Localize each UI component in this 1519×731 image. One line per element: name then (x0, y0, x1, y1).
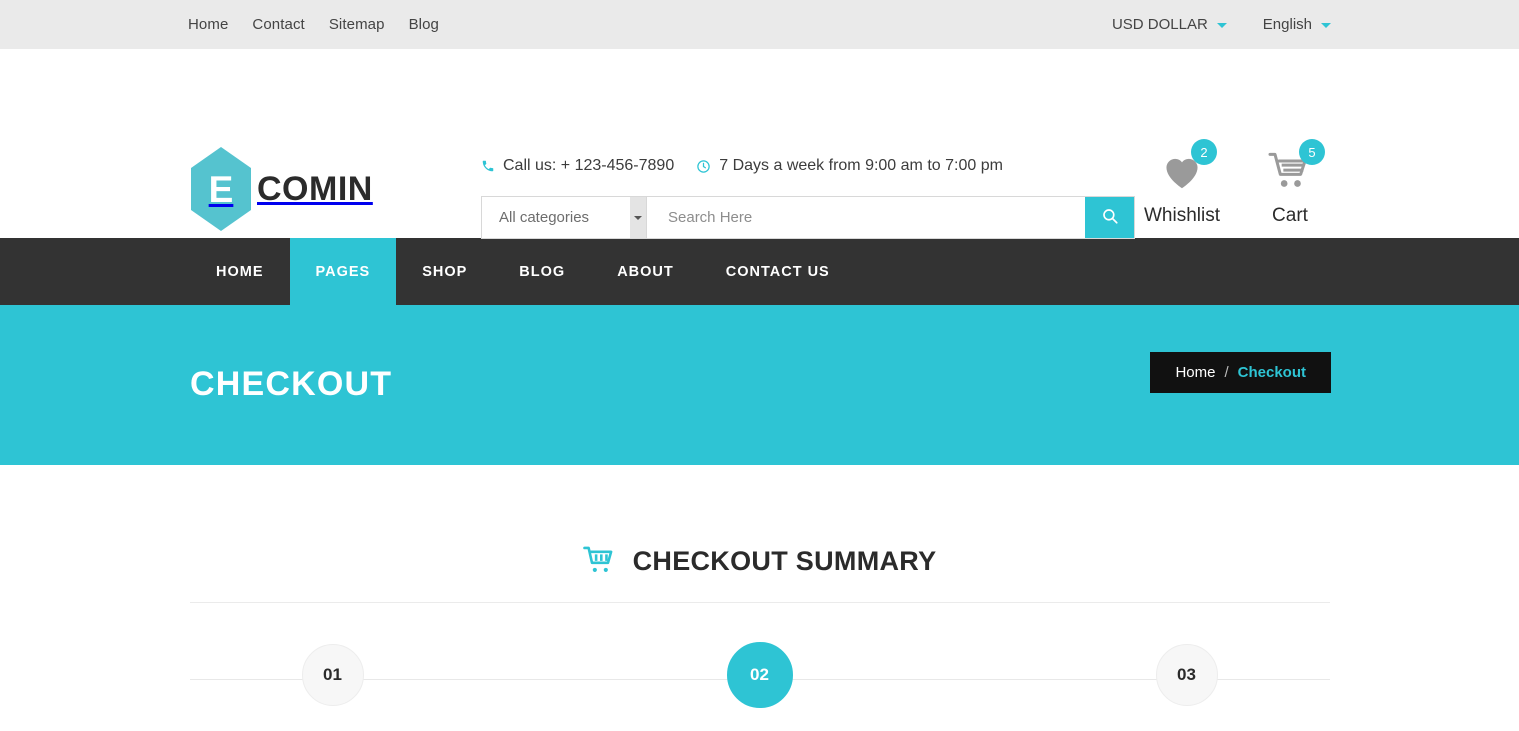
shopping-cart-icon (582, 546, 617, 577)
topbar-link-contact[interactable]: Contact (252, 16, 304, 33)
topbar-link-home[interactable]: Home (188, 16, 228, 33)
breadcrumb: Home / Checkout (1150, 352, 1331, 393)
header-contact-info: Call us: + 123-456-7890 7 Days a week fr… (481, 157, 1003, 175)
nav-item-pages[interactable]: PAGES (289, 238, 397, 305)
chevron-down-icon (1216, 23, 1227, 28)
nav-item-blog[interactable]: BLOG (493, 238, 591, 305)
logo-hexagon: E (191, 147, 251, 231)
breadcrumb-separator: / (1224, 364, 1229, 381)
page-root: Home Contact Sitemap Blog USD DOLLAR Eng… (0, 0, 1519, 731)
contact-hours-text: 7 Days a week from 9:00 am to 7:00 pm (719, 157, 1003, 174)
steps-row: 01 02 03 (190, 642, 1330, 708)
checkout-step-02[interactable]: 02 (726, 642, 793, 708)
section-divider (189, 602, 1330, 603)
currency-selector-label: USD DOLLAR (1111, 16, 1208, 33)
page-banner: CHECKOUT Home / Checkout (0, 305, 1519, 465)
checkout-step-03[interactable]: 03 (1155, 644, 1218, 706)
checkout-step-01[interactable]: 01 (301, 644, 364, 706)
chevron-down-icon (1321, 23, 1331, 28)
checkout-steps: 01 02 03 (189, 642, 1330, 714)
wishlist-count-badge: 2 (1191, 139, 1217, 165)
logo-mark-letter: E (208, 168, 234, 210)
header-actions: 2 Whishlist 5 Cart (1140, 139, 1332, 227)
cart-count-badge: 5 (1299, 139, 1325, 165)
language-selector[interactable]: English (1263, 16, 1331, 33)
breadcrumb-link-home[interactable]: Home (1175, 364, 1215, 381)
checkout-summary-header: CHECKOUT SUMMARY (0, 465, 1519, 577)
search-bar: All categories (481, 196, 1135, 239)
nav-item-about[interactable]: ABOUT (591, 238, 700, 305)
hexagon-icon: E (191, 147, 251, 231)
logo-wordmark: COMIN (257, 169, 373, 208)
breadcrumb-current: Checkout (1237, 364, 1306, 381)
search-icon (1101, 207, 1119, 228)
checkout-summary-title: CHECKOUT SUMMARY (632, 546, 937, 576)
checkout-content: CHECKOUT SUMMARY 01 02 03 (0, 465, 1519, 714)
main-navigation: HOME PAGES SHOP BLOG ABOUT CONTACT US (0, 238, 1519, 305)
topbar-links: Home Contact Sitemap Blog (188, 16, 439, 33)
page-title: CHECKOUT (190, 365, 393, 403)
cart-button[interactable]: 5 Cart (1248, 139, 1332, 227)
contact-hours: 7 Days a week from 9:00 am to 7:00 pm (696, 157, 1003, 175)
wishlist-button[interactable]: 2 Whishlist (1140, 139, 1224, 227)
phone-icon (481, 159, 495, 173)
search-submit-button[interactable] (1085, 197, 1134, 238)
topbar-link-sitemap[interactable]: Sitemap (329, 16, 385, 33)
nav-item-shop[interactable]: SHOP (396, 238, 493, 305)
site-logo[interactable]: E COMIN (191, 147, 373, 231)
top-utility-bar: Home Contact Sitemap Blog USD DOLLAR Eng… (0, 0, 1519, 49)
language-selector-label: English (1262, 16, 1312, 33)
clock-icon (696, 159, 711, 174)
cart-label: Cart (1272, 205, 1308, 226)
contact-phone: Call us: + 123-456-7890 (481, 157, 674, 175)
nav-item-contact-us[interactable]: CONTACT US (700, 238, 856, 305)
wishlist-label: Whishlist (1143, 205, 1220, 226)
contact-phone-text: Call us: + 123-456-7890 (503, 157, 675, 174)
site-header: E COMIN Call us: + 123-456-7890 7 Days a… (0, 49, 1519, 239)
nav-item-home[interactable]: HOME (190, 238, 290, 305)
topbar-selectors: USD DOLLAR English (1112, 16, 1331, 33)
currency-selector[interactable]: USD DOLLAR (1112, 16, 1227, 33)
search-category-select[interactable]: All categories (482, 197, 647, 238)
search-input[interactable] (647, 197, 1085, 238)
topbar-link-blog[interactable]: Blog (409, 16, 439, 33)
